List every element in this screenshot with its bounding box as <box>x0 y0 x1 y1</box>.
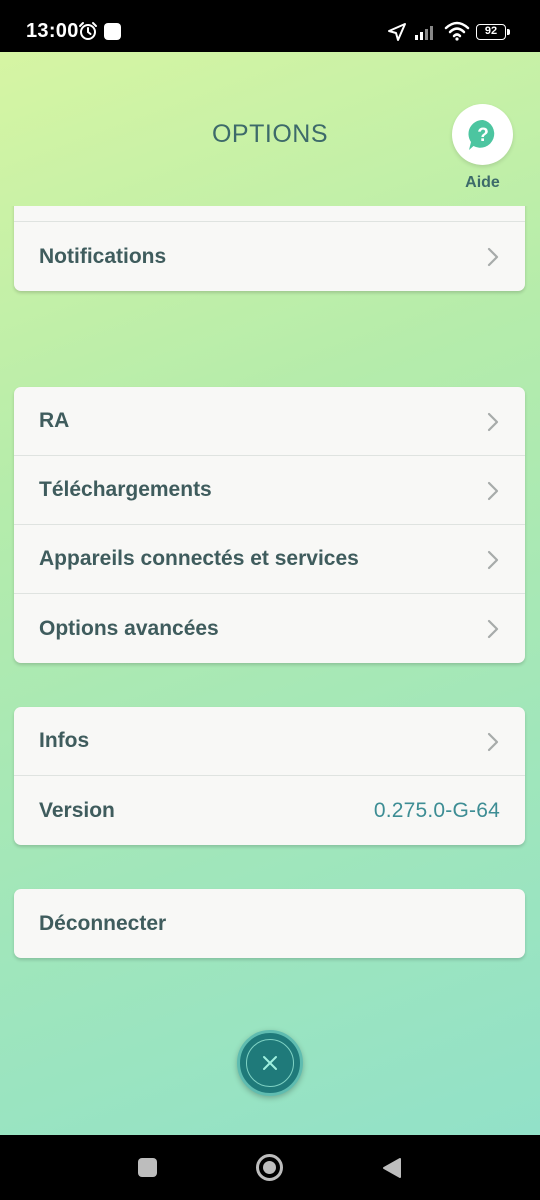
advanced-options-row[interactable]: Options avancées <box>14 594 525 663</box>
chevron-right-icon <box>487 412 499 432</box>
help-button[interactable]: ? <box>452 104 513 165</box>
recents-icon[interactable] <box>138 1158 157 1177</box>
chevron-right-icon <box>487 732 499 752</box>
app-notification-icon <box>104 23 121 40</box>
home-icon[interactable] <box>256 1154 283 1181</box>
chevron-right-icon <box>487 619 499 639</box>
cell-signal-icon <box>415 26 433 40</box>
connected-devices-label: Appareils connectés et services <box>39 547 359 570</box>
options-list[interactable]: Notifications RA Téléchargements Apparei… <box>0 206 540 1135</box>
chevron-right-icon <box>487 247 499 267</box>
connected-devices-row[interactable]: Appareils connectés et services <box>14 525 525 594</box>
wifi-icon <box>444 21 470 41</box>
info-row[interactable]: Infos <box>14 707 525 776</box>
svg-text:?: ? <box>477 125 489 146</box>
downloads-row[interactable]: Téléchargements <box>14 456 525 525</box>
version-value: 0.275.0-G-64 <box>373 798 500 822</box>
notifications-row[interactable]: Notifications <box>14 222 525 291</box>
options-group-2: RA Téléchargements Appareils connectés e… <box>14 387 525 663</box>
close-button[interactable] <box>237 1030 303 1096</box>
question-bubble-icon: ? <box>467 119 494 150</box>
help-label: Aide <box>465 174 500 191</box>
advanced-options-label: Options avancées <box>39 616 219 640</box>
chevron-right-icon <box>487 481 499 501</box>
status-time: 13:00 <box>26 20 79 42</box>
battery-icon: 92 <box>476 24 510 40</box>
system-nav-bar <box>0 1135 540 1200</box>
options-group-3: Infos Version 0.275.0-G-64 <box>14 707 525 845</box>
ar-label: RA <box>39 409 70 432</box>
notifications-label: Notifications <box>39 244 167 268</box>
version-row: Version 0.275.0-G-64 <box>14 776 525 845</box>
chevron-right-icon <box>487 550 499 570</box>
status-bar: 13:00 92 <box>0 0 540 52</box>
close-icon <box>263 1056 277 1070</box>
options-group-4: Déconnecter <box>14 889 525 958</box>
alarm-icon <box>79 22 97 40</box>
options-screen: OPTIONS ? Aide Notifications RA Téléchar… <box>0 52 540 1135</box>
ar-row[interactable]: RA <box>14 387 525 456</box>
version-label: Version <box>39 798 115 822</box>
downloads-label: Téléchargements <box>39 478 212 501</box>
options-group-1: Notifications <box>14 206 525 291</box>
logout-label: Déconnecter <box>39 911 167 935</box>
battery-level: 92 <box>484 25 498 37</box>
logout-row[interactable]: Déconnecter <box>14 889 525 958</box>
info-label: Infos <box>39 729 90 752</box>
back-icon[interactable] <box>382 1157 402 1179</box>
list-item[interactable] <box>14 206 525 222</box>
location-arrow-icon <box>388 23 406 41</box>
close-button-ring <box>246 1039 294 1087</box>
